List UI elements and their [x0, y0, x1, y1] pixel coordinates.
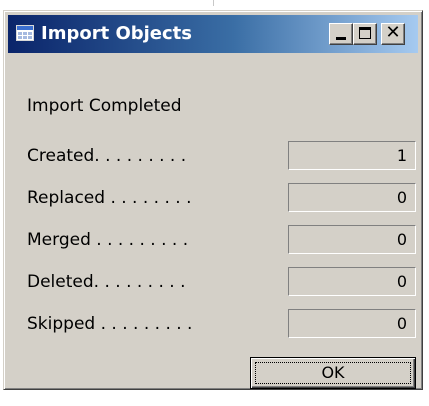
created-count: 1	[288, 141, 416, 170]
top-edge-mark	[213, 0, 214, 6]
skipped-label: Skipped . . . . . . . . .	[27, 314, 193, 334]
window-title: Import Objects	[41, 23, 193, 44]
replaced-label: Replaced . . . . . . . .	[27, 188, 192, 208]
merged-count: 0	[288, 225, 416, 254]
merged-label: Merged . . . . . . . . .	[27, 230, 189, 250]
ok-button-label: OK	[321, 363, 345, 382]
deleted-count: 0	[288, 267, 416, 296]
table-icon	[16, 25, 34, 41]
maximize-icon	[359, 27, 371, 39]
close-button[interactable]: ✕	[381, 22, 405, 45]
replaced-count: 0	[288, 183, 416, 212]
import-status-label: Import Completed	[27, 96, 182, 116]
close-icon: ✕	[385, 22, 401, 43]
import-objects-window: Import Objects ✕ Import Completed Create…	[3, 10, 423, 390]
title-bar[interactable]: Import Objects ✕	[8, 15, 418, 53]
minimize-icon	[336, 37, 346, 40]
deleted-label: Deleted. . . . . . . . .	[27, 272, 186, 292]
created-label: Created. . . . . . . . .	[27, 146, 187, 166]
minimize-button[interactable]	[329, 23, 353, 45]
skipped-count: 0	[288, 309, 416, 338]
maximize-button[interactable]	[353, 23, 377, 45]
ok-button[interactable]: OK	[250, 357, 416, 389]
